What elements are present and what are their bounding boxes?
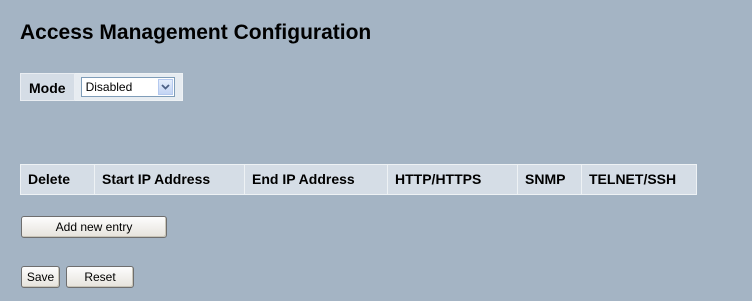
reset-button[interactable]: Reset xyxy=(66,266,134,288)
mode-select[interactable]: Disabled xyxy=(80,77,175,97)
mode-select-value: Disabled xyxy=(85,80,133,94)
page-title: Access Management Configuration xyxy=(20,21,372,44)
column-header-end-ip: End IP Address xyxy=(245,165,388,194)
column-header-http-https: HTTP/HTTPS xyxy=(388,165,518,194)
column-header-start-ip: Start IP Address xyxy=(95,165,245,194)
mode-row: Mode Disabled xyxy=(20,72,200,102)
access-table-header: Delete Start IP Address End IP Address H… xyxy=(20,164,697,195)
mode-label: Mode xyxy=(20,73,75,101)
chevron-down-icon[interactable] xyxy=(157,79,173,95)
add-new-entry-button[interactable]: Add new entry xyxy=(21,216,167,238)
column-header-delete: Delete xyxy=(20,165,95,194)
column-header-snmp: SNMP xyxy=(518,165,582,194)
mode-cell: Disabled xyxy=(74,73,183,101)
column-header-telnet-ssh: TELNET/SSH xyxy=(582,165,697,194)
save-button[interactable]: Save xyxy=(21,266,60,288)
